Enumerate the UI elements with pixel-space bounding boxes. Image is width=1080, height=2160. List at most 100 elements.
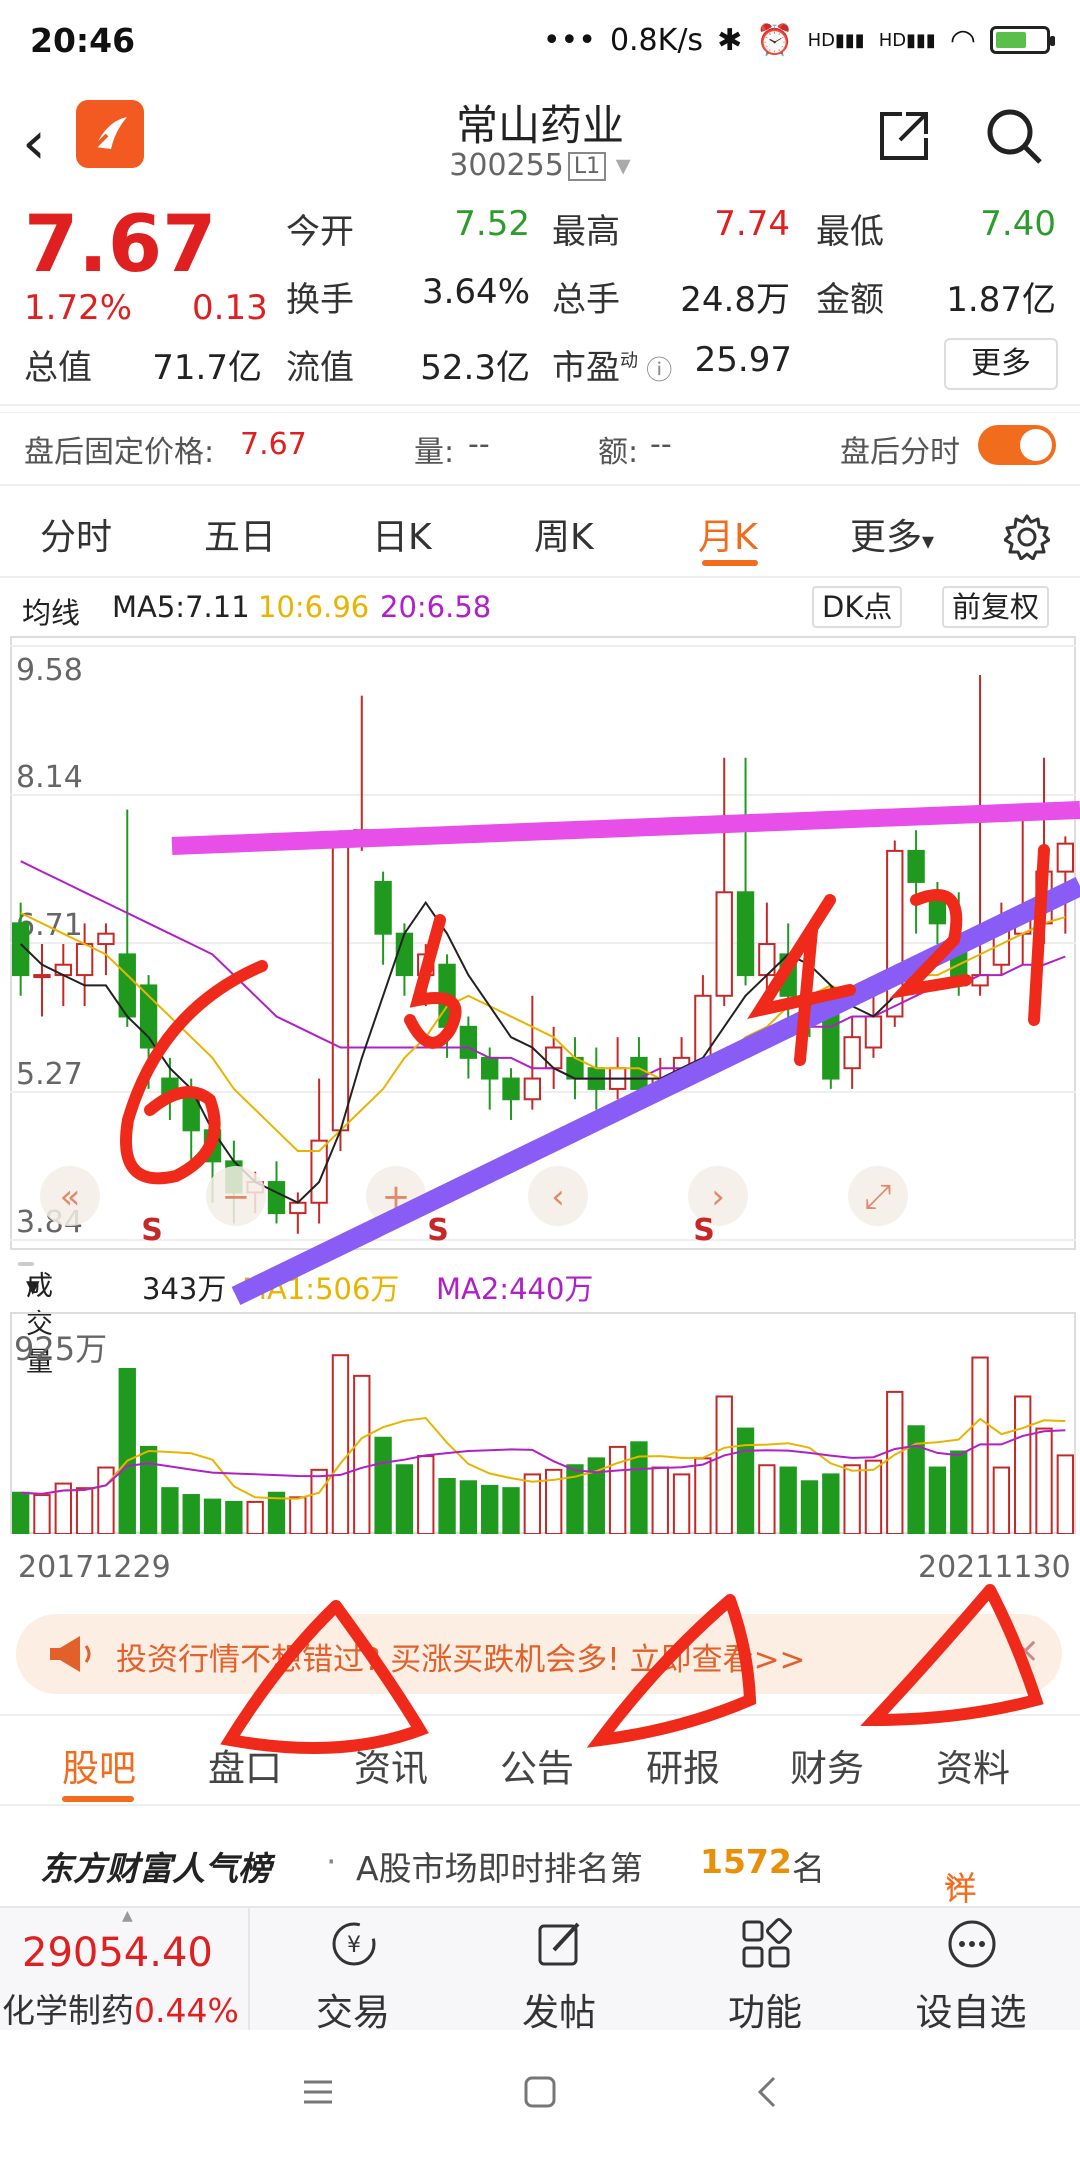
after-hours-amt-label: 额: — [598, 435, 639, 470]
volume-bar — [353, 1374, 371, 1534]
tab-more[interactable]: 更多▾ — [850, 508, 934, 560]
search-icon[interactable] — [984, 106, 1044, 166]
tab-five-day[interactable]: 五日 — [204, 508, 276, 560]
dk-button[interactable]: DK点 — [812, 586, 903, 628]
pe-label: 市盈动 ⓘ — [552, 348, 673, 388]
mcap-label: 总值 — [24, 348, 92, 388]
status-bar: 20:46 ••• 0.8K/s ✱ ⏰ HD▮▮▮ HD▮▮▮ ◠ — [0, 0, 1080, 80]
tab-finance[interactable]: 财务 — [790, 1738, 864, 1792]
volume-legend: 成交量 ▾ 343万 MA1:506万 MA2:440万 — [0, 1262, 1080, 1378]
candle-body — [736, 891, 755, 977]
tab-profile[interactable]: 资料 — [936, 1738, 1010, 1792]
date-start: 20171229 — [18, 1550, 171, 1585]
float-value: 52.3亿 — [420, 348, 530, 388]
more-button[interactable]: 更多 — [944, 338, 1058, 390]
zoom-out-icon[interactable]: − — [206, 1166, 266, 1226]
sell-mark: S — [693, 1213, 715, 1248]
apps-button[interactable]: 功能 — [662, 1908, 868, 2034]
bluetooth-icon: ✱ — [717, 22, 743, 58]
back-nav-icon[interactable] — [750, 2074, 786, 2110]
volume-indicator-select[interactable]: 成交量 ▾ — [18, 1262, 53, 1378]
volume-bar — [374, 1436, 392, 1534]
volume-bar — [118, 1367, 136, 1534]
candle-body — [544, 1046, 563, 1070]
volume-bar — [886, 1390, 904, 1534]
pe-value: 25.97 — [694, 340, 792, 380]
volume-bar — [289, 1496, 307, 1534]
candle-body — [395, 932, 414, 977]
volume-bar — [331, 1354, 350, 1534]
status-icons: ••• 0.8K/s ✱ ⏰ HD▮▮▮ HD▮▮▮ ◠ — [542, 22, 1055, 58]
high-value: 7.74 — [714, 204, 790, 244]
volume-bar — [246, 1500, 264, 1534]
ma20-line — [20, 860, 1066, 1080]
status-time: 20:46 — [30, 20, 136, 60]
tab-news[interactable]: 资讯 — [354, 1738, 428, 1792]
volume-bar — [950, 1450, 968, 1534]
close-icon[interactable]: × — [1010, 1630, 1040, 1671]
control-glyph: › — [711, 1177, 725, 1217]
volume-bar — [1014, 1395, 1032, 1534]
home-icon[interactable] — [522, 2074, 558, 2110]
candle-body — [843, 1036, 861, 1070]
wifi-icon: ◠ — [949, 22, 976, 58]
share-icon[interactable] — [876, 108, 932, 164]
tab-forum[interactable]: 股吧 — [62, 1738, 136, 1792]
volume-bar — [395, 1464, 414, 1534]
volume-bar — [459, 1480, 478, 1534]
chevron-left-icon[interactable]: ‹ — [528, 1166, 588, 1226]
after-hours-vol: -- — [468, 427, 490, 462]
tab-research[interactable]: 研报 — [646, 1738, 720, 1792]
candle-body — [161, 1077, 179, 1101]
fullscreen-icon[interactable]: ⤢ — [848, 1166, 908, 1226]
trade-button[interactable]: ¥ 交易 — [250, 1908, 456, 2034]
candle-body — [75, 943, 94, 977]
rank-number: 1572 — [700, 1842, 792, 1881]
volume-bar — [608, 1445, 627, 1534]
candle-body — [353, 829, 371, 842]
ma-label[interactable]: 均线 — [22, 590, 80, 632]
tab-weekly-k[interactable]: 周K — [534, 508, 594, 560]
add-watchlist-button[interactable]: 设自选 — [868, 1908, 1074, 2034]
candle-body — [289, 1201, 307, 1215]
after-hours-toggle[interactable] — [978, 425, 1056, 465]
last-price: 7.67 — [24, 200, 217, 290]
active-tab-underline — [702, 560, 758, 566]
volume-bar — [139, 1445, 158, 1534]
bottom-bar: ▲ 29054.40 化学制药0.44% ¥ 交易 发帖 功能 设自选 — [0, 1906, 1080, 2034]
volume-bar — [715, 1395, 733, 1534]
quote-panel: 7.67 1.72% 0.13 今开 7.52 最高 7.74 最低 7.40 … — [0, 200, 1080, 400]
menu-icon[interactable] — [300, 2074, 336, 2110]
tab-announcements[interactable]: 公告 — [500, 1738, 574, 1792]
volume-chart[interactable]: 925万 — [10, 1312, 1076, 1534]
tab-monthly-k[interactable]: 月K — [698, 508, 758, 560]
low-value: 7.40 — [980, 204, 1056, 244]
sector-index[interactable]: ▲ 29054.40 化学制药0.44% — [0, 1908, 250, 2032]
volume-bar — [481, 1484, 499, 1534]
candle-body — [438, 963, 456, 1028]
popularity-rank[interactable]: 东方财富人气榜 · A股市场即时排名第 1572 名 详情 » — [0, 1822, 1080, 1956]
period-tabs: 分时 五日 日K 周K 月K 更多▾ — [0, 494, 1080, 570]
after-hours-label: 盘后固定价格: — [24, 435, 215, 470]
gear-icon[interactable] — [1004, 514, 1050, 560]
zoom-in-icon[interactable]: + — [366, 1166, 426, 1226]
candle-body — [907, 849, 925, 883]
tab-orderbook[interactable]: 盘口 — [208, 1738, 282, 1792]
trade-icon: ¥ — [332, 1922, 376, 1966]
tab-intraday[interactable]: 分时 — [40, 508, 112, 560]
promo-banner[interactable]: 投资行情不想错过? 买涨买跌机会多! 立即查看>> × — [16, 1614, 1062, 1694]
active-content-tab-underline — [62, 1796, 134, 1802]
tab-daily-k[interactable]: 日K — [372, 508, 432, 560]
caret-up-icon: ▲ — [122, 1908, 133, 1924]
open-label: 今开 — [286, 212, 354, 252]
volume-ma1: MA1:506万 — [242, 1272, 400, 1306]
candle-body — [651, 1077, 669, 1090]
kline-chart[interactable]: 9.588.146.715.273.84« − + ‹ › ⤢S S S — [10, 636, 1076, 1250]
volume-bar — [310, 1468, 328, 1534]
status-dots: ••• — [542, 22, 596, 58]
adjust-button[interactable]: 前复权 — [942, 586, 1050, 628]
post-button[interactable]: 发帖 — [456, 1908, 662, 2034]
float-label: 流值 — [286, 348, 354, 388]
double-chevron-left-icon[interactable]: « — [40, 1166, 100, 1226]
volume-bar — [651, 1466, 669, 1534]
